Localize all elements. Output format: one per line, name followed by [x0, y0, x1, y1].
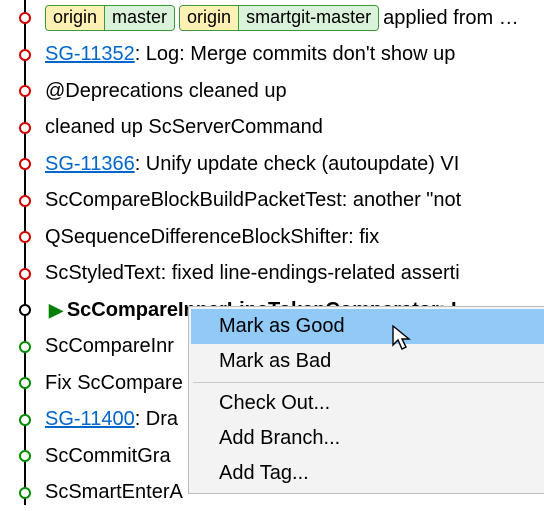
menu-item-checkout[interactable]: Check Out... — [191, 386, 544, 421]
menu-item-mark-bad[interactable]: Mark as Bad — [191, 344, 544, 379]
commit-message: ScSmartEnterA — [45, 481, 183, 504]
commit-node — [19, 231, 31, 243]
commit-message: ScStyledText: fixed line-endings-related… — [45, 262, 460, 285]
commit-row[interactable]: ScCompareBlockBuildPacketTest: another "… — [0, 183, 544, 220]
commit-row[interactable]: SG-11352 : Log: Merge commits don't show… — [0, 37, 544, 74]
commit-node — [19, 85, 31, 97]
commit-message: @Deprecations cleaned up — [45, 80, 287, 103]
commit-message: applied from … — [383, 7, 519, 30]
commit-node — [19, 158, 31, 170]
commit-node — [19, 195, 31, 207]
ref-remote: origin — [46, 6, 105, 30]
commit-node-head — [19, 304, 31, 316]
commit-message: ScCompareInr — [45, 335, 174, 358]
ref-tag[interactable]: origin master — [45, 5, 175, 31]
commit-node — [19, 487, 31, 499]
commit-node — [19, 414, 31, 426]
commit-message: ScCommitGra — [45, 445, 171, 468]
commit-message: QSequenceDifferenceBlockShifter: fix — [45, 226, 379, 249]
commit-message: : Unify update check (autoupdate) VI — [135, 153, 460, 176]
commit-message: ScCompareBlockBuildPacketTest: another "… — [45, 189, 461, 212]
commit-message: : Log: Merge commits don't show up — [135, 43, 456, 66]
commit-node — [19, 122, 31, 134]
commit-row[interactable]: SG-11366 : Unify update check (autoupdat… — [0, 146, 544, 183]
commit-row[interactable]: ScStyledText: fixed line-endings-related… — [0, 256, 544, 293]
commit-message: Fix ScCompare — [45, 372, 183, 395]
menu-item-add-branch[interactable]: Add Branch... — [191, 421, 544, 456]
commit-node — [19, 377, 31, 389]
commit-message: cleaned up ScServerCommand — [45, 116, 323, 139]
commit-row[interactable]: cleaned up ScServerCommand — [0, 110, 544, 147]
commit-node — [19, 12, 31, 24]
context-menu: Mark as Good Mark as Bad Check Out... Ad… — [188, 306, 544, 494]
menu-item-add-tag[interactable]: Add Tag... — [191, 456, 544, 491]
commit-message: : Dra — [135, 408, 178, 431]
commit-row[interactable]: @Deprecations cleaned up — [0, 73, 544, 110]
ref-branch: smartgit-master — [239, 6, 378, 30]
head-arrow-icon: ▶ — [49, 300, 63, 321]
commit-node — [19, 49, 31, 61]
ref-remote: origin — [180, 6, 239, 30]
commit-node — [19, 268, 31, 280]
issue-link[interactable]: SG-11400 — [45, 408, 135, 431]
commit-node — [19, 341, 31, 353]
ref-branch: master — [105, 6, 174, 30]
menu-item-mark-good[interactable]: Mark as Good — [191, 309, 544, 344]
issue-link[interactable]: SG-11352 — [45, 43, 135, 66]
commit-row[interactable]: QSequenceDifferenceBlockShifter: fix — [0, 219, 544, 256]
commit-node — [19, 450, 31, 462]
commit-row[interactable]: origin master origin smartgit-master app… — [0, 0, 544, 37]
issue-link[interactable]: SG-11366 — [45, 153, 135, 176]
menu-separator — [193, 382, 544, 383]
ref-tag[interactable]: origin smartgit-master — [179, 5, 379, 31]
